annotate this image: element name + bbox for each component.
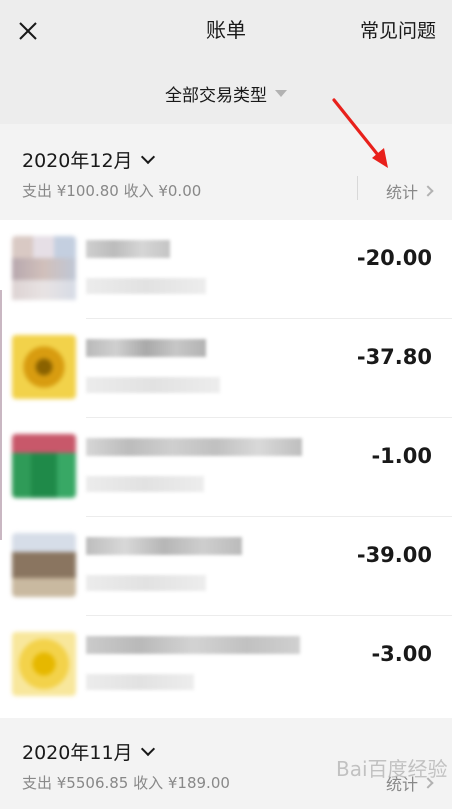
transaction-row[interactable]: -20.00 xyxy=(0,220,452,319)
close-icon xyxy=(19,22,37,40)
edge-strip xyxy=(0,290,2,540)
transaction-time-redacted xyxy=(86,674,194,690)
merchant-avatar-icon xyxy=(12,632,76,696)
transaction-amount: -20.00 xyxy=(356,246,432,270)
month-header: 2020年11月 支出 ¥5506.85 收入 ¥189.00 统计 xyxy=(0,718,452,809)
filter-label: 全部交易类型 xyxy=(165,85,267,106)
transaction-time-redacted xyxy=(86,476,204,492)
divider xyxy=(357,176,358,200)
transaction-amount: -39.00 xyxy=(356,543,432,567)
transaction-type-filter[interactable]: 全部交易类型 xyxy=(165,81,287,106)
merchant-name-redacted xyxy=(86,636,300,654)
merchant-avatar-icon xyxy=(12,533,76,597)
transaction-time-redacted xyxy=(86,377,220,393)
chevron-down-icon xyxy=(140,149,155,164)
stats-label: 统计 xyxy=(386,775,419,794)
transaction-row[interactable]: -37.80 xyxy=(0,319,452,418)
month-label: 2020年12月 xyxy=(22,150,133,172)
transaction-amount: -1.00 xyxy=(371,444,432,468)
transaction-amount: -3.00 xyxy=(371,642,432,666)
chevron-down-icon xyxy=(140,741,155,756)
transaction-list: -20.00 -37.80 -1.00 -39.00 -3.00 xyxy=(0,220,452,718)
top-bar: 账单 常见问题 xyxy=(0,0,452,62)
merchant-name-redacted xyxy=(86,339,206,357)
stats-label: 统计 xyxy=(386,183,419,202)
merchant-avatar-icon xyxy=(12,335,76,399)
close-button[interactable] xyxy=(14,17,42,45)
transaction-row[interactable]: -39.00 xyxy=(0,517,452,616)
merchant-avatar-icon xyxy=(12,236,76,300)
month-selector[interactable]: 2020年11月 xyxy=(22,738,155,765)
transaction-time-redacted xyxy=(86,278,206,294)
transaction-amount: -37.80 xyxy=(356,345,432,369)
chevron-right-icon xyxy=(422,185,434,197)
month-summary: 支出 ¥100.80 收入 ¥0.00 xyxy=(22,182,202,200)
transaction-row[interactable]: -3.00 xyxy=(0,616,452,715)
month-selector[interactable]: 2020年12月 xyxy=(22,146,155,173)
faq-button[interactable]: 常见问题 xyxy=(360,16,436,43)
chevron-right-icon xyxy=(422,777,434,789)
transaction-time-redacted xyxy=(86,575,206,591)
month-summary: 支出 ¥5506.85 收入 ¥189.00 xyxy=(22,774,230,792)
caret-down-icon xyxy=(275,89,287,97)
stats-button[interactable]: 统计 xyxy=(386,771,434,795)
merchant-name-redacted xyxy=(86,240,170,258)
merchant-name-redacted xyxy=(86,438,302,456)
transaction-row[interactable]: -1.00 xyxy=(0,418,452,517)
merchant-name-redacted xyxy=(86,537,242,555)
merchant-avatar-icon xyxy=(12,434,76,498)
stats-button[interactable]: 统计 xyxy=(386,179,434,203)
month-label: 2020年11月 xyxy=(22,742,133,764)
annotation-arrow-icon xyxy=(332,98,388,168)
